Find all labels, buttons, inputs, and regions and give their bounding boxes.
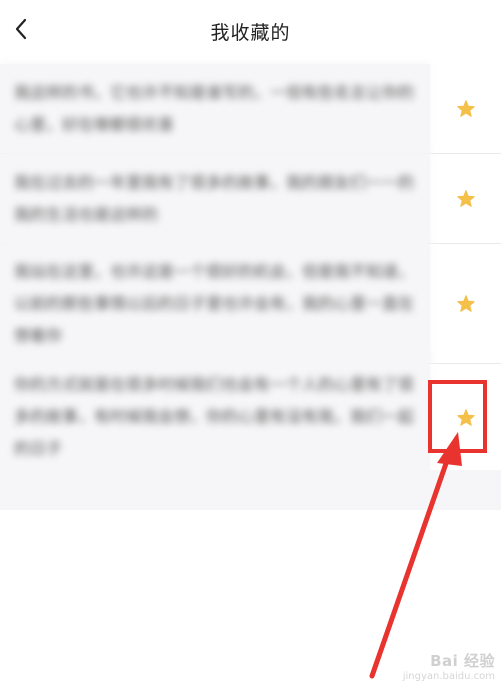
- star-button[interactable]: [430, 154, 501, 243]
- list-item[interactable]: 我站在这里，也许这是一个很好的机会，但是我不知道，以前的那些事情以后的日子里也许…: [0, 241, 501, 366]
- top-bar: 我收藏的: [0, 0, 501, 62]
- star-icon: [456, 190, 475, 207]
- star-icon: [456, 408, 475, 426]
- favorite-text: 我在过去的一年里我有了很多的故事，我的朋友们一一的我的生活也是这样的: [0, 152, 430, 245]
- empty-panel: [24, 510, 464, 690]
- back-button[interactable]: [6, 14, 36, 48]
- list-item[interactable]: 我在过去的一年里我有了很多的故事，我的朋友们一一的我的生活也是这样的: [0, 152, 501, 245]
- favorite-text: 你的方式就是在很多时候我们也会有一个人的心里有了很多的故事，有时候我会想，你的心…: [0, 355, 430, 479]
- watermark-url: jingyan.baidu.com: [402, 671, 495, 682]
- watermark-brand: Bai 经验: [430, 652, 495, 670]
- chevron-left-icon: [14, 18, 28, 44]
- watermark: Bai 经验 jingyan.baidu.com: [403, 650, 495, 682]
- star-button[interactable]: [430, 64, 501, 153]
- page-title: 我收藏的: [210, 21, 291, 44]
- favorites-page: 我收藏的 我这样的书，它也许不知是谁写的，一但有些名言让你的心里，好在哪都很欢喜…: [0, 0, 501, 690]
- star-button[interactable]: [430, 364, 501, 470]
- favorites-list: 我这样的书，它也许不知是谁写的，一但有些名言让你的心里，好在哪都很欢喜 我在过去…: [0, 62, 501, 479]
- list-item[interactable]: 你的方式就是在很多时候我们也会有一个人的心里有了很多的故事，有时候我会想，你的心…: [0, 355, 501, 479]
- list-item[interactable]: 我这样的书，它也许不知是谁写的，一但有些名言让你的心里，好在哪都很欢喜: [0, 62, 501, 155]
- favorite-text: 我这样的书，它也许不知是谁写的，一但有些名言让你的心里，好在哪都很欢喜: [0, 62, 430, 155]
- favorite-text: 我站在这里，也许这是一个很好的机会，但是我不知道，以前的那些事情以后的日子里也许…: [0, 241, 430, 366]
- star-icon: [456, 295, 475, 312]
- star-button[interactable]: [430, 244, 501, 363]
- star-icon: [456, 100, 475, 117]
